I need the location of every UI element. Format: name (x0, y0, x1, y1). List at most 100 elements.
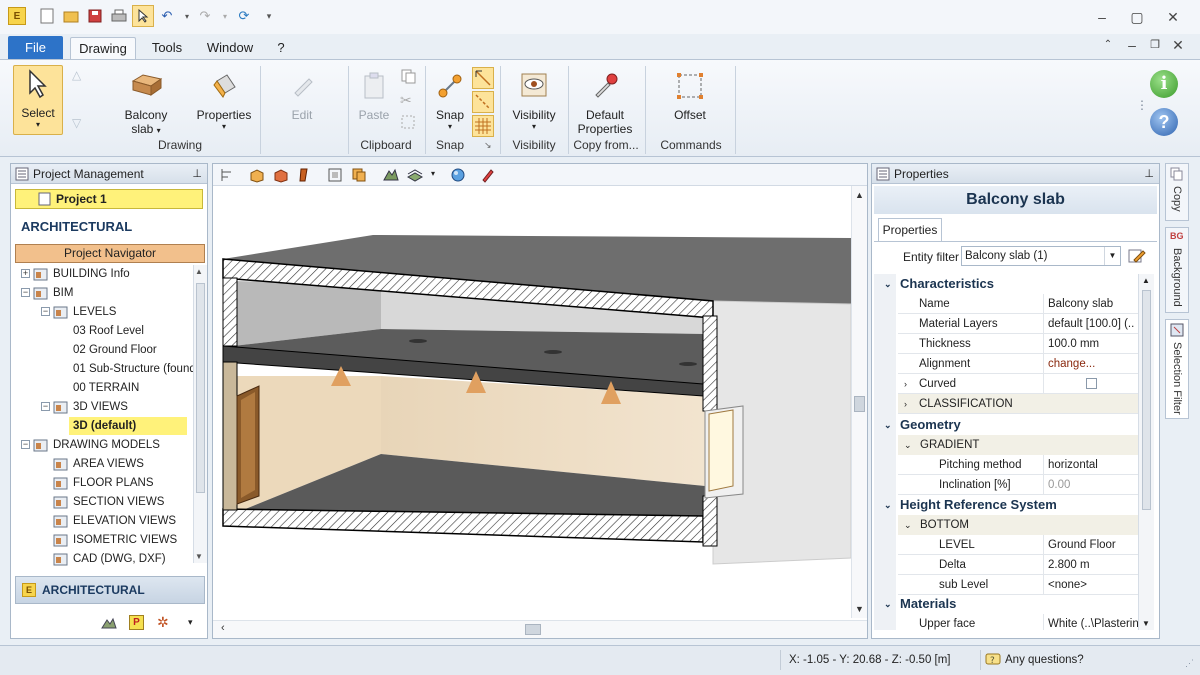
app-logo-icon[interactable]: E (8, 7, 26, 25)
help-icon[interactable]: ? (1150, 108, 1178, 136)
doc-restore-icon[interactable]: ❐ (1145, 36, 1165, 54)
paint-tool-icon[interactable] (480, 167, 496, 186)
edit-button[interactable]: Edit (277, 68, 327, 122)
prop-upper-face[interactable]: Upper face White (..\Plasterin (898, 614, 1138, 630)
prop-scroll-thumb[interactable] (1142, 290, 1151, 510)
offset-button[interactable]: Offset (662, 68, 718, 122)
prop-level[interactable]: LEVEL Ground Floor (898, 535, 1138, 555)
tab-drawing[interactable]: Drawing (70, 37, 136, 59)
info-icon[interactable]: i (1150, 70, 1178, 98)
collapse-icon[interactable]: − (21, 440, 30, 449)
collapse-icon[interactable]: − (41, 402, 50, 411)
prop-classification[interactable]: › CLASSIFICATION (898, 394, 1138, 414)
collapse-geometry-icon[interactable]: ⌄ (884, 415, 892, 435)
prop-sublevel[interactable]: sub Level <none> (898, 575, 1138, 595)
prop-alignment[interactable]: Alignment change... (898, 354, 1138, 374)
tab-tools[interactable]: Tools (140, 37, 194, 59)
expand-classification-icon[interactable]: › (904, 394, 907, 414)
pin-icon[interactable]: ⊥ (192, 164, 202, 184)
property-scrollbar[interactable]: ▲ ▼ (1138, 274, 1154, 630)
prop-scroll-down-icon[interactable]: ▼ (1142, 619, 1150, 628)
tree-item[interactable]: CAD (DWG, DXF) (13, 550, 193, 568)
subsection-gradient[interactable]: ⌄ GRADIENT (898, 435, 1138, 455)
filter-edit-icon[interactable] (1128, 248, 1146, 267)
hscroll-left-icon[interactable]: ‹ (221, 622, 225, 634)
prop-delta[interactable]: Delta 2.800 m (898, 555, 1138, 575)
tree-item[interactable]: − LEVELS (13, 303, 193, 321)
subsection-bottom[interactable]: ⌄ BOTTOM (898, 515, 1138, 535)
collapse-characteristics-icon[interactable]: ⌄ (884, 274, 892, 294)
layer-view-icon[interactable] (406, 167, 424, 186)
render-sphere-icon[interactable] (450, 167, 466, 186)
tree-item[interactable]: − DRAWING MODELS (13, 436, 193, 454)
tree-item[interactable]: 00 TERRAIN (13, 379, 193, 397)
tab-help[interactable]: ? (268, 37, 294, 59)
help-question-field[interactable]: ? Any questions? (980, 650, 1130, 670)
project-navigator-button[interactable]: Project Navigator (15, 244, 205, 263)
tree-scrollbar[interactable]: ▲ ▼ (193, 265, 207, 563)
prop-pitching-method[interactable]: Pitching method horizontal (898, 455, 1138, 475)
collapse-gradient-icon[interactable]: ⌄ (904, 435, 912, 455)
wall-cut-icon[interactable] (297, 167, 313, 186)
3d-viewport[interactable]: ▾ ▲ ▼ ‹ (212, 163, 868, 639)
tree-item[interactable]: 02 Ground Floor (13, 341, 193, 359)
hscroll-thumb[interactable] (525, 624, 541, 635)
resize-grip-icon[interactable]: ⋰ (1185, 658, 1194, 669)
redo-dropdown-icon[interactable]: ▾ (216, 7, 234, 25)
expand-curved-icon[interactable]: › (904, 374, 907, 394)
scroll-down-icon[interactable]: ▽ (72, 116, 81, 130)
tree-item[interactable]: AREA VIEWS (13, 455, 193, 473)
properties-tab[interactable]: Properties (878, 218, 942, 242)
undo-icon[interactable]: ↶ (158, 7, 176, 25)
doc-close-icon[interactable]: ✕ (1168, 36, 1188, 54)
balcony-slab-button[interactable]: Balcony slab ▾ (118, 68, 174, 136)
select-button[interactable]: Select ▾ (13, 65, 63, 135)
vscroll-up-icon[interactable]: ▲ (855, 190, 864, 200)
doc-minimize-icon[interactable]: – (1122, 36, 1142, 54)
section-height-reference[interactable]: ⌄ Height Reference System (878, 495, 1138, 515)
settings-gear-icon[interactable]: ✲ (157, 614, 169, 631)
minimize-icon[interactable]: – (1092, 8, 1112, 26)
vscroll-down-icon[interactable]: ▼ (855, 604, 864, 614)
snap-line-icon[interactable] (472, 91, 494, 113)
file-tab[interactable]: File (8, 36, 63, 59)
new-file-icon[interactable] (38, 7, 56, 25)
project-item[interactable]: Project 1 (15, 189, 203, 209)
prop-inclination[interactable]: Inclination [%] 0.00 (898, 475, 1138, 495)
align-tool-icon[interactable] (219, 167, 235, 186)
entity-filter-select[interactable]: Balcony slab (1) ▼ (961, 246, 1121, 266)
copy-view-icon[interactable] (351, 167, 367, 186)
prop-thickness[interactable]: Thickness 100.0 mm (898, 334, 1138, 354)
tree-item[interactable]: ISOMETRIC VIEWS (13, 531, 193, 549)
zoom-frame-icon[interactable] (327, 167, 343, 186)
panel-options-dropdown-icon[interactable]: ▾ (188, 617, 193, 628)
snap-grid-icon[interactable] (472, 115, 494, 137)
collapse-icon[interactable]: − (41, 307, 50, 316)
layer-dropdown-icon[interactable]: ▾ (431, 169, 435, 178)
tree-item[interactable]: FLOOR PLANS (13, 474, 193, 492)
pointer-tool-icon[interactable] (132, 5, 154, 27)
terrain-view-icon[interactable] (383, 167, 399, 186)
vscroll-thumb[interactable] (854, 396, 865, 412)
side-tab-background[interactable]: BG Background (1165, 227, 1189, 313)
snap-button[interactable]: Snap ▾ (430, 68, 470, 131)
filter-dropdown-icon[interactable]: ▼ (1104, 247, 1120, 265)
terrain-tool-icon[interactable] (101, 616, 117, 633)
building-section-render[interactable] (213, 186, 853, 618)
pdf-tool-icon[interactable]: P (129, 615, 144, 630)
cut-icon[interactable]: ✂ (400, 92, 412, 109)
undo-dropdown-icon[interactable]: ▾ (178, 7, 196, 25)
section-characteristics[interactable]: ⌄ Characteristics (878, 274, 1138, 294)
properties-button[interactable]: Properties ▾ (194, 68, 254, 131)
side-tab-copy[interactable]: Copy (1165, 163, 1189, 221)
ribbon-collapse-icon[interactable]: ⌃ (1098, 36, 1118, 54)
paste-button[interactable]: Paste (353, 68, 395, 122)
tree-item[interactable]: ELEVATION VIEWS (13, 512, 193, 530)
viewport-vscrollbar[interactable]: ▲ ▼ (851, 186, 867, 618)
section-box-icon[interactable] (273, 167, 289, 186)
expand-icon[interactable]: + (21, 269, 30, 278)
tree-item[interactable]: + BUILDING Info (13, 265, 193, 283)
tree-item[interactable]: 3D (default) (13, 417, 193, 435)
tree-scroll-thumb[interactable] (196, 283, 205, 493)
prop-name[interactable]: Name Balcony slab (898, 294, 1138, 314)
